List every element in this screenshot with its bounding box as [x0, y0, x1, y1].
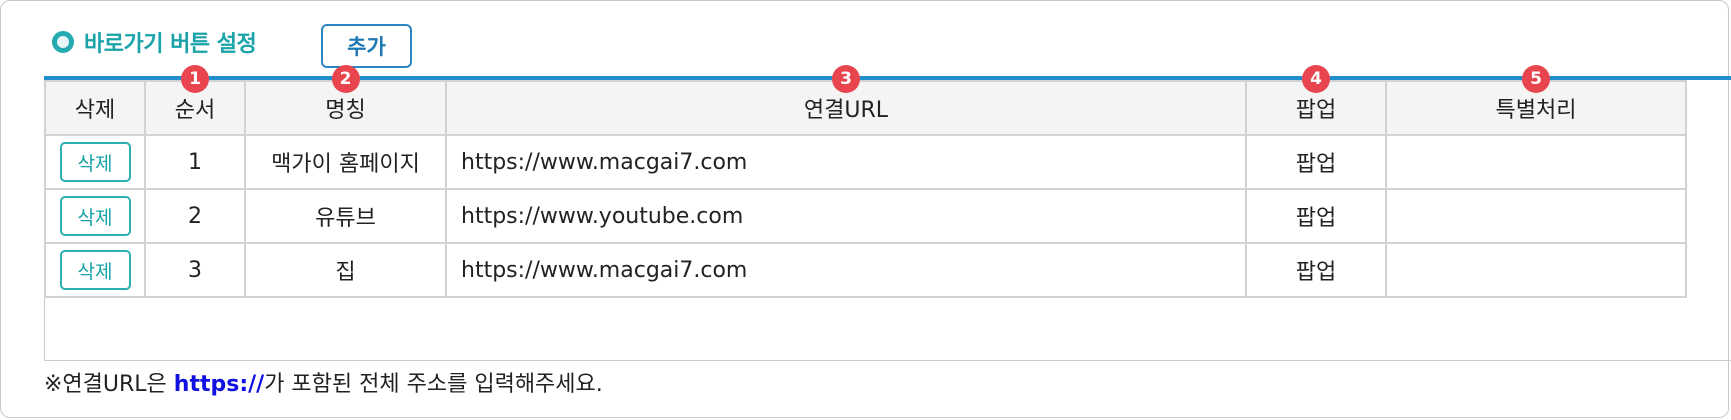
- order-cell: 1: [144, 134, 246, 190]
- url-cell: https://www.macgai7.com: [445, 242, 1247, 298]
- marker-4: 4: [1302, 65, 1330, 93]
- name-cell: 유튜브: [244, 188, 447, 244]
- header-order: 1 순서: [144, 65, 246, 136]
- popup-cell: 팝업: [1245, 242, 1387, 298]
- section-header: 바로가기 버튼 설정: [52, 27, 257, 57]
- shortcut-table: 삭제 1 순서 2 명칭 3 연결URL 4 팝업 5 특별처리 삭제 1 맥가…: [44, 65, 1687, 298]
- popup-cell: 팝업: [1245, 188, 1387, 244]
- note-highlight: https://: [173, 372, 265, 397]
- delete-cell: 삭제: [44, 188, 146, 244]
- delete-cell: 삭제: [44, 242, 146, 298]
- table-header-row: 삭제 1 순서 2 명칭 3 연결URL 4 팝업 5 특별처리: [44, 65, 1687, 136]
- header-popup: 4 팝업: [1245, 65, 1387, 136]
- special-cell: [1385, 242, 1687, 298]
- table-row: 삭제 1 맥가이 홈페이지 https://www.macgai7.com 팝업: [44, 134, 1687, 190]
- header-delete: 삭제: [44, 80, 146, 136]
- url-cell: https://www.macgai7.com: [445, 134, 1247, 190]
- delete-button[interactable]: 삭제: [59, 142, 131, 182]
- section-title: 바로가기 버튼 설정: [84, 32, 257, 57]
- delete-cell: 삭제: [44, 134, 146, 190]
- delete-button[interactable]: 삭제: [59, 250, 131, 290]
- marker-1: 1: [181, 65, 209, 93]
- delete-button[interactable]: 삭제: [59, 196, 131, 236]
- name-cell: 맥가이 홈페이지: [244, 134, 447, 190]
- special-cell: [1385, 188, 1687, 244]
- table-row: 삭제 3 집 https://www.macgai7.com 팝업: [44, 242, 1687, 298]
- url-note: ※연결URL은 https://가 포함된 전체 주소를 입력해주세요.: [44, 366, 603, 398]
- note-prefix: ※연결URL은: [44, 372, 174, 397]
- name-cell: 집: [244, 242, 447, 298]
- order-cell: 3: [144, 242, 246, 298]
- popup-cell: 팝업: [1245, 134, 1387, 190]
- special-cell: [1385, 134, 1687, 190]
- marker-3: 3: [832, 65, 860, 93]
- url-cell: https://www.youtube.com: [445, 188, 1247, 244]
- note-suffix: 가 포함된 전체 주소를 입력해주세요.: [264, 372, 603, 397]
- bullet-circle-icon: [52, 31, 74, 53]
- header-special: 5 특별처리: [1385, 65, 1687, 136]
- order-cell: 2: [144, 188, 246, 244]
- marker-2: 2: [331, 65, 360, 93]
- table-row: 삭제 2 유튜브 https://www.youtube.com 팝업: [44, 188, 1687, 244]
- header-url: 3 연결URL: [445, 65, 1247, 136]
- add-button[interactable]: 추가: [321, 24, 412, 68]
- marker-5: 5: [1522, 65, 1550, 93]
- header-name: 2 명칭: [244, 65, 447, 136]
